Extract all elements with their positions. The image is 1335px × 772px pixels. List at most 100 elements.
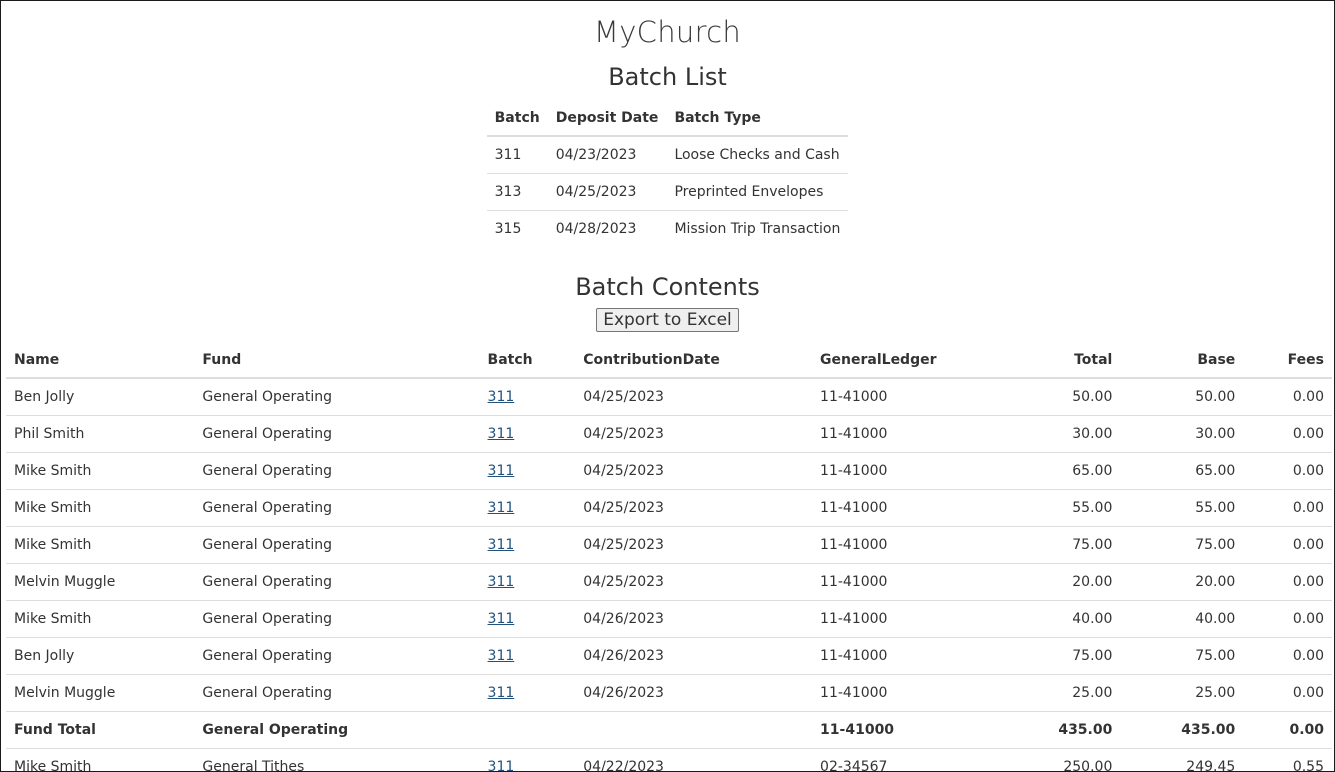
- fund-total-fees: 0.00: [1243, 711, 1332, 749]
- batch-cell: 311: [479, 489, 576, 527]
- fund-name: General Operating: [194, 489, 480, 527]
- batch-cell: 311: [479, 637, 576, 675]
- contribution-date: 04/26/2023: [575, 600, 813, 638]
- base-amount: 50.00: [1120, 377, 1244, 416]
- header-fees: Fees: [1243, 344, 1332, 379]
- fund-total-ledger: 11-41000: [812, 711, 994, 749]
- batch-link[interactable]: 311: [488, 759, 515, 771]
- fund-name: General Operating: [194, 637, 480, 675]
- batch-contents-title: Batch Contents: [575, 273, 760, 301]
- batch-list-row: 315 04/28/2023 Mission Trip Transaction: [486, 210, 849, 247]
- batch-cell: 311: [479, 377, 576, 416]
- header-name: Name: [6, 344, 195, 379]
- fees-amount: 0.00: [1243, 563, 1332, 601]
- total-amount: 250.00: [993, 748, 1121, 771]
- fees-amount: 0.00: [1243, 600, 1332, 638]
- general-ledger: 11-41000: [812, 563, 994, 601]
- contributor-name: Ben Jolly: [6, 377, 195, 416]
- header-fund: Fund: [194, 344, 480, 379]
- table-row: Phil Smith General Operating 311 04/25/2…: [6, 415, 1332, 453]
- table-row: Mike Smith General Operating 311 04/25/2…: [6, 452, 1332, 490]
- fund-total-batch-empty: [479, 711, 576, 749]
- page-frame: MyChurch Batch List Batch Deposit Date B…: [0, 0, 1335, 772]
- batch-list-row: 311 04/23/2023 Loose Checks and Cash: [486, 135, 849, 174]
- table-row: Mike Smith General Operating 311 04/25/2…: [6, 489, 1332, 527]
- batch-link[interactable]: 311: [488, 685, 515, 701]
- export-to-excel-button[interactable]: Export to Excel: [596, 308, 739, 332]
- contributor-name: Mike Smith: [6, 600, 195, 638]
- table-row: Mike Smith General Operating 311 04/25/2…: [6, 526, 1332, 564]
- base-amount: 65.00: [1120, 452, 1244, 490]
- base-amount: 249.45: [1120, 748, 1244, 771]
- batch-link[interactable]: 311: [488, 537, 515, 553]
- general-ledger: 11-41000: [812, 526, 994, 564]
- total-amount: 25.00: [993, 674, 1121, 712]
- batch-number: 315: [486, 210, 548, 247]
- batch-type: Loose Checks and Cash: [666, 135, 849, 174]
- batch-cell: 311: [479, 452, 576, 490]
- table-row: Melvin Muggle General Operating 311 04/2…: [6, 563, 1332, 601]
- batch-number: 313: [486, 173, 548, 211]
- header-base: Base: [1120, 344, 1244, 379]
- fund-name: General Operating: [194, 600, 480, 638]
- contributor-name: Melvin Muggle: [6, 674, 195, 712]
- total-amount: 50.00: [993, 377, 1121, 416]
- batch-cell: 311: [479, 563, 576, 601]
- deposit-date: 04/28/2023: [547, 210, 667, 247]
- general-ledger: 11-41000: [812, 637, 994, 675]
- header-total: Total: [993, 344, 1121, 379]
- table-row: Mike Smith General Operating 311 04/26/2…: [6, 600, 1332, 638]
- base-amount: 75.00: [1120, 637, 1244, 675]
- total-amount: 75.00: [993, 526, 1121, 564]
- batch-cell: 311: [479, 415, 576, 453]
- batch-cell: 311: [479, 526, 576, 564]
- contributor-name: Mike Smith: [6, 526, 195, 564]
- fund-total-row: Fund Total General Operating 11-41000 43…: [6, 711, 1332, 749]
- fees-amount: 0.00: [1243, 526, 1332, 564]
- batch-link[interactable]: 311: [488, 426, 515, 442]
- base-amount: 25.00: [1120, 674, 1244, 712]
- batch-link[interactable]: 311: [488, 463, 515, 479]
- general-ledger: 02-34567: [812, 748, 994, 771]
- general-ledger: 11-41000: [812, 377, 994, 416]
- batch-link[interactable]: 311: [488, 389, 515, 405]
- fund-name: General Operating: [194, 563, 480, 601]
- fund-name: General Operating: [194, 415, 480, 453]
- total-amount: 55.00: [993, 489, 1121, 527]
- fees-amount: 0.00: [1243, 489, 1332, 527]
- total-amount: 20.00: [993, 563, 1121, 601]
- table-row: Mike Smith General Tithes 311 04/22/2023…: [6, 748, 1332, 771]
- general-ledger: 11-41000: [812, 415, 994, 453]
- batch-list-row: 313 04/25/2023 Preprinted Envelopes: [486, 173, 849, 211]
- header-deposit-date: Deposit Date: [547, 102, 667, 137]
- export-wrap: Export to Excel: [1, 308, 1334, 332]
- contribution-date: 04/25/2023: [575, 526, 813, 564]
- contribution-date: 04/22/2023: [575, 748, 813, 771]
- batch-link[interactable]: 311: [488, 500, 515, 516]
- contribution-date: 04/25/2023: [575, 489, 813, 527]
- fees-amount: 0.00: [1243, 415, 1332, 453]
- fund-name: General Operating: [194, 526, 480, 564]
- batch-type: Preprinted Envelopes: [666, 173, 849, 211]
- header-contribution-date: ContributionDate: [575, 344, 813, 379]
- batch-link[interactable]: 311: [488, 574, 515, 590]
- base-amount: 20.00: [1120, 563, 1244, 601]
- fund-total-base: 435.00: [1120, 711, 1244, 749]
- header-batch-type: Batch Type: [666, 102, 849, 137]
- contribution-date: 04/25/2023: [575, 452, 813, 490]
- total-amount: 75.00: [993, 637, 1121, 675]
- base-amount: 30.00: [1120, 415, 1244, 453]
- table-row: Melvin Muggle General Operating 311 04/2…: [6, 674, 1332, 712]
- batch-link[interactable]: 311: [488, 611, 515, 627]
- fees-amount: 0.00: [1243, 674, 1332, 712]
- fund-total-label: Fund Total: [6, 711, 195, 749]
- base-amount: 55.00: [1120, 489, 1244, 527]
- fund-name: General Operating: [194, 452, 480, 490]
- contribution-date: 04/25/2023: [575, 377, 813, 416]
- batch-link[interactable]: 311: [488, 648, 515, 664]
- deposit-date: 04/23/2023: [547, 135, 667, 174]
- batch-list-header-row: Batch Deposit Date Batch Type: [486, 102, 849, 137]
- table-row: Ben Jolly General Operating 311 04/26/20…: [6, 637, 1332, 675]
- batch-cell: 311: [479, 600, 576, 638]
- contribution-date: 04/25/2023: [575, 415, 813, 453]
